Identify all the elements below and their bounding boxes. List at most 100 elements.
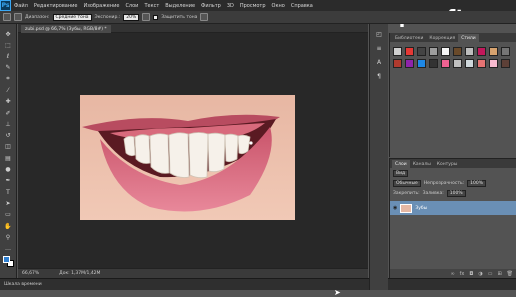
style-swatch[interactable] [429,59,438,68]
menu-help[interactable]: Справка [288,3,316,9]
tab-styles[interactable]: Стили [458,34,479,42]
layer-row[interactable]: ◉ Зубы [390,201,516,215]
pen-tool-icon[interactable]: ✒ [4,177,13,185]
menu-filter[interactable]: Фильтр [198,3,224,9]
style-swatch[interactable] [429,47,438,56]
style-swatch[interactable] [465,59,474,68]
options-bar: Диапазон: Средние тона Экспонир.: 20% За… [0,11,516,24]
brush-preset-icon[interactable] [14,13,22,21]
lock-label: Закрепить: [393,190,420,196]
smile-photo [80,95,295,220]
text-tool-icon[interactable]: T [4,188,13,196]
pressure-icon[interactable] [200,13,209,21]
heal-tool-icon[interactable]: ✚ [4,98,13,106]
menu-edit[interactable]: Редактирование [31,3,81,9]
style-swatch[interactable] [441,47,450,56]
menu-layer[interactable]: Слои [122,3,141,9]
link-icon[interactable]: ∞ [450,271,454,277]
document-tab[interactable]: zubi.psd @ 66,7% (Зубы, RGB/8#) * [21,25,111,33]
tab-paths[interactable]: Контуры [434,160,461,168]
shape-tool-icon[interactable]: ▭ [4,211,13,219]
style-swatch[interactable] [405,47,414,56]
move-tool-icon[interactable]: ✥ [4,30,13,38]
protect-tones-checkbox[interactable] [153,14,159,20]
history-brush-tool-icon[interactable]: ↺ [4,132,13,140]
properties-panel-icon[interactable]: ≡ [375,44,384,52]
layers-panel: Слои Каналы Контуры Вид Обычные Непрозра… [389,158,516,278]
eraser-tool-icon[interactable]: ◫ [4,143,13,151]
tab-libraries[interactable]: Библиотеки [392,34,426,42]
menu-select[interactable]: Выделение [162,3,198,9]
fx-icon[interactable]: fx [460,271,465,277]
timeline-label[interactable]: Шкала времени [4,282,42,287]
blend-mode-select[interactable]: Обычные [393,179,421,187]
path-select-tool-icon[interactable]: ➤ [4,199,13,207]
menu-3d[interactable]: 3D [224,3,237,9]
menu-view[interactable]: Просмотр [237,3,269,9]
status-bar: 66,67% Док: 1,37M/1,42M [18,268,368,278]
style-swatch[interactable] [405,59,414,68]
style-swatch[interactable] [465,47,474,56]
brush-tool-icon[interactable]: ✐ [4,109,13,117]
adjustment-icon[interactable]: ◑ [478,271,482,277]
range-select[interactable]: Средние тона [52,13,92,21]
mask-icon[interactable]: ◘ [469,271,473,277]
lasso-tool-icon[interactable]: ℓ [4,53,13,61]
folder-icon[interactable]: ▭ [488,271,493,277]
smile-illustration [80,95,295,220]
style-swatch[interactable] [417,47,426,56]
more-tools-icon[interactable]: … [4,245,13,253]
airbrush-icon[interactable] [142,13,151,21]
stamp-tool-icon[interactable]: ⊥ [4,120,13,128]
quick-select-tool-icon[interactable]: ✎ [4,64,13,72]
layer-filter-select[interactable]: Вид [393,169,409,177]
menu-type[interactable]: Текст [141,3,162,9]
history-panel-icon[interactable]: ◰ [375,30,384,38]
style-swatch[interactable] [501,47,510,56]
dodge-tool-icon[interactable]: ● [4,166,13,174]
gradient-tool-icon[interactable]: ▤ [4,154,13,162]
styles-panel: Библиотеки Коррекция Стили [389,33,516,157]
character-panel-icon[interactable]: A [375,58,384,66]
styles-grid [390,42,516,73]
menu-image[interactable]: Изображение [80,3,122,9]
eyedropper-tool-icon[interactable]: ⁄ [4,86,13,94]
protect-tones-label: Защитить тона [161,14,198,20]
paragraph-panel-icon[interactable]: ¶ [375,72,384,80]
trash-icon[interactable]: 🗑 [507,271,513,277]
exposure-input[interactable]: 20% [123,13,140,21]
style-swatch[interactable] [501,59,510,68]
zoom-level[interactable]: 66,67% [22,271,39,276]
doc-size: Док: 1,37M/1,42M [59,271,101,276]
timeline-panel: Шкала времени [0,278,516,290]
style-swatch[interactable] [477,47,486,56]
tab-adjustments[interactable]: Коррекция [426,34,458,42]
style-swatch[interactable] [393,47,402,56]
tools-panel: ✥ ⬚ ℓ ✎ ⌗ ⁄ ✚ ✐ ⊥ ↺ ◫ ▤ ● ✒ T ➤ ▭ ✋ ⚲ … [0,24,17,290]
fill-input[interactable]: 100% [446,189,466,197]
canvas-area[interactable]: ➤ [18,33,368,297]
tab-layers[interactable]: Слои [392,160,410,168]
menu-window[interactable]: Окно [269,3,288,9]
dodge-tool-icon[interactable] [3,13,11,21]
style-swatch[interactable] [453,59,462,68]
tab-channels[interactable]: Каналы [410,160,434,168]
hand-tool-icon[interactable]: ✋ [4,222,13,230]
style-swatch[interactable] [489,59,498,68]
foreground-color-swatch[interactable] [3,256,10,263]
style-swatch[interactable] [477,59,486,68]
layers-footer: ∞ fx ◘ ◑ ▭ ⊞ 🗑 [390,269,516,278]
style-swatch[interactable] [489,47,498,56]
marquee-tool-icon[interactable]: ⬚ [4,41,13,49]
style-swatch[interactable] [417,59,426,68]
style-swatch[interactable] [453,47,462,56]
visibility-eye-icon[interactable]: ◉ [393,205,397,211]
opacity-input[interactable]: 100% [467,179,487,187]
style-swatch[interactable] [393,59,402,68]
style-swatch[interactable] [441,59,450,68]
zoom-tool-icon[interactable]: ⚲ [4,233,13,241]
layers-panel-tabs: Слои Каналы Контуры [390,159,516,168]
new-layer-icon[interactable]: ⊞ [497,271,501,277]
menu-file[interactable]: Файл [11,3,31,9]
crop-tool-icon[interactable]: ⌗ [4,75,13,83]
